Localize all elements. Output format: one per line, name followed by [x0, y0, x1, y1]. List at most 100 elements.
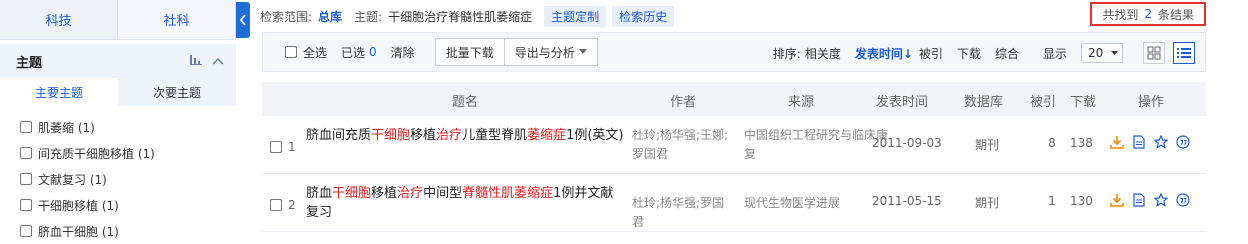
tab-secondary-topic[interactable]: 次要主题 [118, 78, 236, 106]
search-history-button[interactable]: 检索历史 [612, 5, 675, 27]
tab-social-science[interactable]: 社科 [118, 0, 236, 40]
results-toolbar: 全选 已选 0 清除 批量下载 导出与分析 排序: 相关度 发表时间↓ 被引 下… [262, 32, 1206, 72]
scope-value[interactable]: 总库 [318, 8, 342, 25]
tab-primary-topic[interactable]: 主要主题 [0, 78, 118, 106]
result-cited-count[interactable]: 1 [1042, 194, 1062, 208]
title-keyword: 萎缩症 [527, 128, 567, 143]
library-tabs: 科技 社科 [0, 0, 236, 40]
facet-item[interactable]: 间充质干细胞移植 (1) [20, 140, 155, 166]
quote-icon[interactable] [1176, 135, 1190, 149]
row-checkbox[interactable] [270, 141, 282, 153]
table-row: 2 脐血干细胞移植治疗中间型脊髓性肌萎缩症1例并文献复习 杜玲;杨华强;罗国君 … [262, 174, 1206, 232]
facet-item-label: 肌萎缩 (1) [38, 120, 95, 135]
result-cited-count[interactable]: 8 [1042, 136, 1062, 150]
result-database: 期刊 [975, 196, 1000, 210]
html-read-icon[interactable] [1132, 193, 1146, 207]
scope-label: 检索范围: [260, 9, 313, 24]
row-checkbox[interactable] [270, 199, 282, 211]
title-keyword: 治疗 [397, 186, 424, 201]
title-text: 儿童型脊肌 [462, 128, 528, 143]
result-download-count: 130 [1070, 194, 1093, 208]
topic-value: 干细胞治疗脊髓性肌萎缩症 [388, 9, 533, 24]
sort-controls: 排序: 相关度 发表时间↓ 被引 下载 综合 显示 20 [773, 33, 1195, 73]
col-downloads: 下载 [1070, 95, 1097, 110]
title-keyword: 治疗 [436, 128, 463, 143]
html-read-icon[interactable] [1132, 135, 1146, 149]
row-actions [1110, 135, 1190, 149]
title-text: 移植 [410, 128, 437, 143]
result-authors[interactable]: 杜玲;杨华强;王娜;罗国君 [632, 126, 732, 164]
grid-view-button[interactable] [1143, 42, 1165, 64]
grid-icon [1147, 46, 1161, 60]
facet-tools [190, 54, 224, 68]
col-actions: 操作 [1138, 95, 1165, 110]
sort-date[interactable]: 发表时间↓ [855, 45, 913, 62]
list-view-button[interactable] [1173, 42, 1195, 64]
facet-checkbox[interactable] [20, 199, 32, 211]
checkbox-icon[interactable] [285, 46, 297, 58]
result-download-count: 138 [1070, 136, 1093, 150]
display-label: 显示 [1042, 46, 1067, 61]
table-row: 1 脐血间充质干细胞移植治疗儿童型脊肌萎缩症1例(英文) 杜玲;杨华强;王娜;罗… [262, 116, 1206, 174]
sort-relevance[interactable]: 相关度 [805, 45, 841, 62]
star-icon[interactable] [1154, 193, 1168, 207]
row-number: 2 [288, 198, 296, 212]
facet-item[interactable]: 干细胞移植 (1) [20, 192, 155, 218]
arrow-down-icon: ↓ [902, 46, 913, 61]
facet-checkbox[interactable] [20, 147, 32, 159]
title-text: 脐血 [306, 186, 333, 201]
clear-button[interactable]: 清除 [391, 44, 415, 61]
sort-cite[interactable]: 被引 [919, 45, 943, 62]
facet-checkbox[interactable] [20, 173, 32, 185]
col-database: 数据库 [964, 95, 1004, 110]
export-analysis-button[interactable]: 导出与分析 [504, 38, 598, 66]
result-count-box: 共找到 2 条结果 [1090, 2, 1206, 26]
row-select[interactable]: 1 [270, 140, 296, 154]
sort-overall[interactable]: 综合 [995, 45, 1019, 62]
download-icon[interactable] [1110, 135, 1124, 149]
title-text: 脐血间充质 [306, 128, 372, 143]
selected-count: 已选 0 [341, 44, 377, 61]
quote-icon[interactable] [1176, 193, 1190, 207]
facet-item[interactable]: 脐血干细胞 (1) [20, 218, 155, 244]
page-size-select[interactable]: 20 [1081, 43, 1123, 63]
list-icon [1177, 48, 1191, 58]
batch-download-button[interactable]: 批量下载 [434, 38, 505, 66]
col-cited: 被引 [1030, 95, 1057, 110]
row-select[interactable]: 2 [270, 198, 296, 212]
selected-label: 已选 [341, 45, 366, 60]
title-text: 移植 [371, 186, 398, 201]
result-authors[interactable]: 杜玲;杨华强;罗国君 [632, 194, 732, 232]
left-sidebar: 科技 社科 主题 主要主题 次要主题 肌萎缩 (1) 间充质干细胞移植 (1) … [0, 0, 236, 240]
result-title-link[interactable]: 脐血间充质干细胞移植治疗儿童型脊肌萎缩症1例(英文) [306, 126, 624, 145]
result-date: 2011-09-03 [872, 136, 942, 150]
select-all-checkbox[interactable]: 全选 [285, 44, 327, 61]
results-main: 检索范围: 总库 主题: 干细胞治疗脊髓性肌萎缩症 主题定制 检索历史 共找到 … [250, 0, 1248, 240]
bar-chart-icon[interactable] [190, 54, 202, 68]
facet-header[interactable]: 主题 [0, 40, 236, 78]
result-title-link[interactable]: 脐血干细胞移植治疗中间型脊髓性肌萎缩症1例并文献复习 [306, 184, 624, 222]
sort-label: 排序: [772, 46, 801, 61]
col-author: 作者 [670, 95, 697, 110]
chevron-up-icon[interactable] [212, 54, 224, 68]
facet-item[interactable]: 文献复习 (1) [20, 166, 155, 192]
download-icon[interactable] [1110, 193, 1124, 207]
result-count-suffix: 条结果 [1157, 7, 1194, 22]
facet-checkbox[interactable] [20, 121, 32, 133]
page-size-value: 20 [1088, 46, 1104, 60]
select-all-label: 全选 [303, 45, 328, 60]
col-source: 来源 [788, 95, 815, 110]
sort-download[interactable]: 下载 [957, 45, 981, 62]
topic-custom-button[interactable]: 主题定制 [544, 5, 607, 27]
tab-science[interactable]: 科技 [0, 0, 118, 40]
facet-item[interactable]: 肌萎缩 (1) [20, 114, 155, 140]
topic-label: 主题: [354, 9, 383, 24]
star-icon[interactable] [1154, 135, 1168, 149]
chevron-left-icon [239, 14, 246, 26]
facet-checkbox[interactable] [20, 225, 32, 237]
facet-item-label: 干细胞移植 (1) [38, 198, 119, 213]
facet-subtabs: 主要主题 次要主题 [0, 78, 236, 106]
facet-item-label: 文献复习 (1) [38, 172, 107, 187]
facet-list: 肌萎缩 (1) 间充质干细胞移植 (1) 文献复习 (1) 干细胞移植 (1) … [20, 114, 155, 244]
collapse-sidebar-button[interactable] [236, 2, 250, 38]
